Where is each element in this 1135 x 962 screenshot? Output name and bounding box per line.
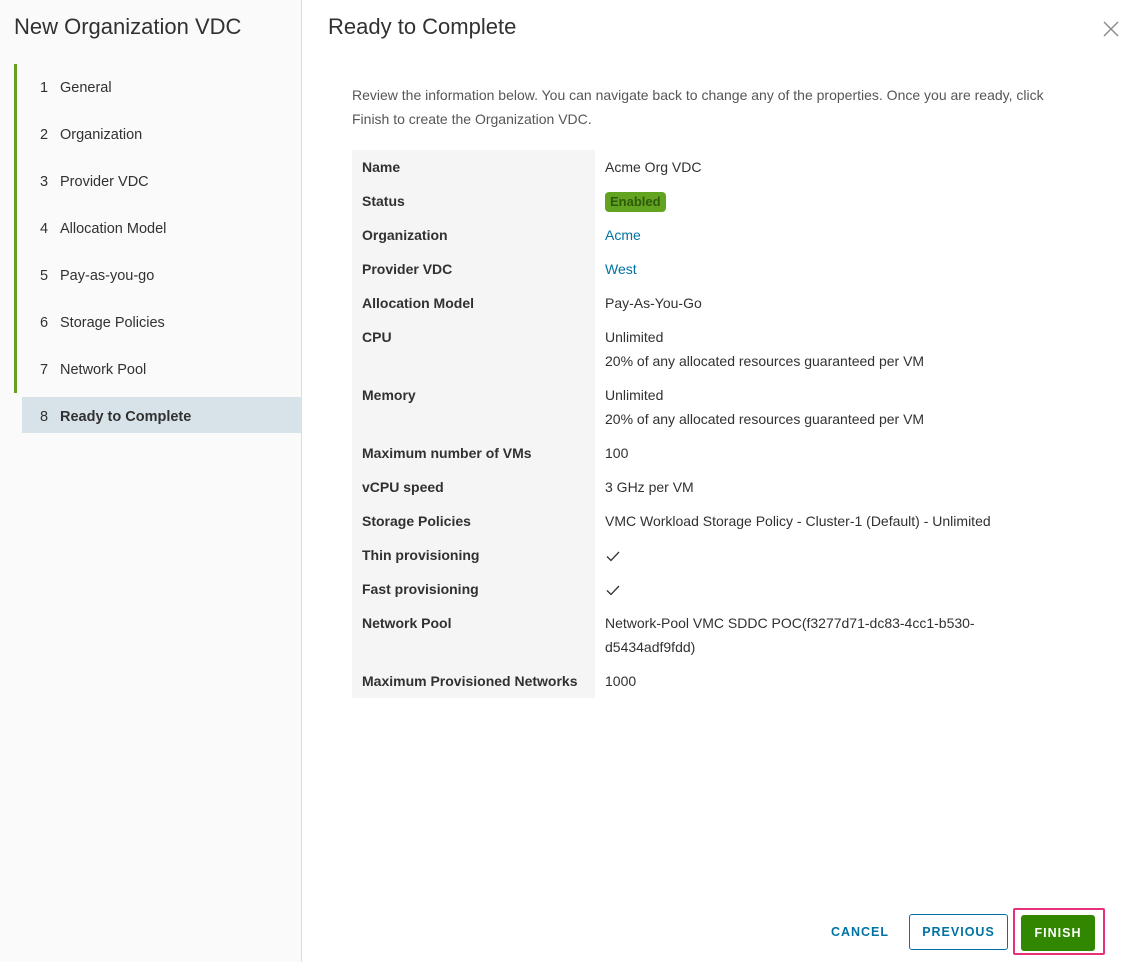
- wizard-content: Ready to Complete Review the information…: [302, 0, 1135, 962]
- summary-key: Maximum number of VMs: [352, 436, 595, 470]
- step-number: 7: [40, 361, 49, 378]
- summary-key: Fast provisioning: [352, 572, 595, 606]
- step-organization[interactable]: 2 Organization: [14, 111, 302, 158]
- summary-value: Pay-As-You-Go: [605, 295, 702, 311]
- finish-button[interactable]: FINISH: [1021, 915, 1095, 951]
- summary-key: Name: [352, 150, 595, 184]
- intro-text: Review the information below. You can na…: [352, 87, 1044, 127]
- summary-row-thin-provisioning: Thin provisioning: [352, 538, 1072, 572]
- step-label: Storage Policies: [60, 314, 165, 331]
- wizard-title: New Organization VDC: [14, 14, 242, 39]
- summary-row-status: Status Enabled: [352, 184, 1072, 218]
- summary-row-organization: Organization Acme: [352, 218, 1072, 252]
- summary-value: 20% of any allocated resources guarantee…: [605, 353, 925, 369]
- step-general[interactable]: 1 General: [14, 64, 302, 111]
- summary-key: Storage Policies: [352, 504, 595, 538]
- summary-value: VMC Workload Storage Policy - Cluster-1 …: [605, 513, 991, 529]
- status-badge: Enabled: [605, 192, 666, 212]
- step-number: 3: [40, 173, 49, 190]
- summary-row-network-pool: Network Pool Network-Pool VMC SDDC POC(f…: [352, 606, 1072, 664]
- summary-value: Unlimited: [605, 329, 664, 345]
- summary-key: Status: [352, 184, 595, 218]
- finish-highlight: FINISH: [1013, 908, 1105, 955]
- summary-value: 3 GHz per VM: [605, 479, 694, 495]
- summary-key: Provider VDC: [352, 252, 595, 286]
- summary-key: vCPU speed: [352, 470, 595, 504]
- summary-value: 1000: [605, 673, 637, 689]
- summary-key: Maximum Provisioned Networks: [352, 664, 595, 698]
- summary-row-fast-provisioning: Fast provisioning: [352, 572, 1072, 606]
- check-icon: [606, 585, 620, 596]
- wizard-sidebar: New Organization VDC 1 General 2 Organiz…: [0, 0, 302, 962]
- step-number: 4: [40, 220, 49, 237]
- step-pay-as-you-go[interactable]: 5 Pay-as-you-go: [14, 252, 302, 299]
- step-storage-policies[interactable]: 6 Storage Policies: [14, 299, 302, 346]
- close-icon: [1103, 21, 1119, 37]
- summary-row-provider-vdc: Provider VDC West: [352, 252, 1072, 286]
- step-number: 8: [40, 408, 49, 425]
- summary-row-memory: Memory Unlimited 20% of any allocated re…: [352, 378, 1072, 436]
- summary-table: Name Acme Org VDC Status Enabled Organiz…: [352, 150, 1072, 698]
- summary-value: Network-Pool VMC SDDC POC(f3277d71-dc83-…: [605, 615, 975, 631]
- step-label: General: [60, 79, 112, 96]
- summary-key: Allocation Model: [352, 286, 595, 320]
- summary-row-max-vms: Maximum number of VMs 100: [352, 436, 1072, 470]
- summary-value: 100: [605, 445, 629, 461]
- summary-row-max-networks: Maximum Provisioned Networks 1000: [352, 664, 1072, 698]
- summary-key: CPU: [352, 320, 595, 378]
- step-number: 1: [40, 79, 49, 96]
- wizard-steps: 1 General 2 Organization 3 Provider VDC …: [14, 64, 302, 440]
- cancel-button[interactable]: CANCEL: [822, 914, 898, 950]
- summary-row-storage-policies: Storage Policies VMC Workload Storage Po…: [352, 504, 1072, 538]
- step-network-pool[interactable]: 7 Network Pool: [14, 346, 302, 393]
- summary-key: Memory: [352, 378, 595, 436]
- summary-value: Unlimited: [605, 387, 664, 403]
- step-number: 6: [40, 314, 49, 331]
- summary-row-vcpu-speed: vCPU speed 3 GHz per VM: [352, 470, 1072, 504]
- page-title: Ready to Complete: [328, 14, 517, 39]
- step-label: Organization: [60, 126, 143, 143]
- step-label: Provider VDC: [60, 173, 149, 190]
- check-icon: [606, 551, 620, 562]
- step-label: Pay-as-you-go: [60, 267, 155, 284]
- summary-row-name: Name Acme Org VDC: [352, 150, 1072, 184]
- summary-row-cpu: CPU Unlimited 20% of any allocated resou…: [352, 320, 1072, 378]
- step-number: 5: [40, 267, 49, 284]
- step-number: 2: [40, 126, 49, 143]
- summary-key: Network Pool: [352, 606, 595, 664]
- step-allocation-model[interactable]: 4 Allocation Model: [14, 205, 302, 252]
- organization-link[interactable]: Acme: [605, 227, 641, 243]
- summary-key: Organization: [352, 218, 595, 252]
- step-provider-vdc[interactable]: 3 Provider VDC: [14, 158, 302, 205]
- step-label: Ready to Complete: [60, 408, 192, 425]
- summary-key: Thin provisioning: [352, 538, 595, 572]
- summary-value: Acme Org VDC: [605, 159, 702, 175]
- summary-value: d5434adf9fdd): [605, 639, 696, 655]
- step-ready-to-complete[interactable]: 8 Ready to Complete: [14, 393, 302, 440]
- step-label: Network Pool: [60, 361, 147, 378]
- close-button[interactable]: [1102, 20, 1120, 38]
- previous-button[interactable]: PREVIOUS: [909, 914, 1008, 950]
- provider-vdc-link[interactable]: West: [605, 261, 637, 277]
- step-label: Allocation Model: [60, 220, 167, 237]
- summary-row-allocation-model: Allocation Model Pay-As-You-Go: [352, 286, 1072, 320]
- summary-value: 20% of any allocated resources guarantee…: [605, 411, 925, 427]
